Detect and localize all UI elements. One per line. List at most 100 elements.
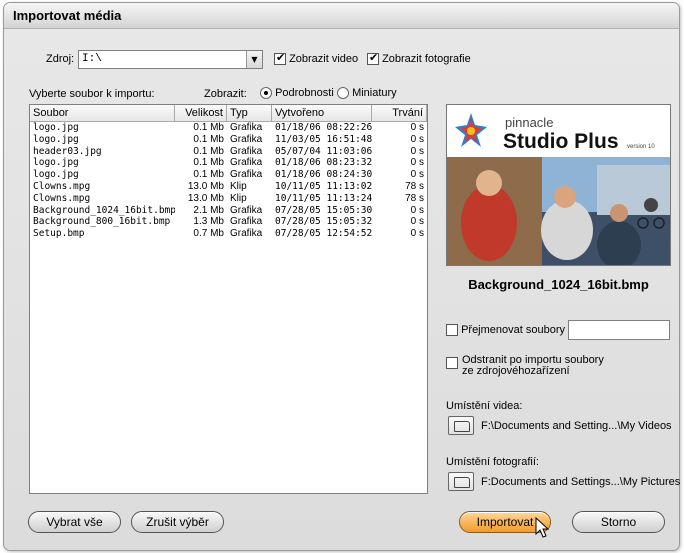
table-row[interactable]: Setup.bmp 0.7 Mb Grafika 07/28/05 12:54:52 0… [30, 228, 427, 240]
cell-duration: 0 s [410, 145, 424, 157]
rename-input[interactable] [568, 320, 670, 340]
view-thumbnails-label: Miniatury [352, 87, 397, 99]
cell-size: 1.3 Mb [193, 216, 224, 228]
preview-image: pinnacle Studio Plus version 10 [446, 104, 671, 266]
cell-file: Clowns.mpg [33, 180, 91, 192]
cell-duration: 0 s [410, 122, 424, 133]
brand-text: pinnacle [505, 115, 553, 130]
cell-duration: 0 s [410, 216, 424, 228]
column-header-duration[interactable]: Trvání [372, 105, 427, 121]
cell-size: 0.1 Mb [193, 157, 224, 169]
cell-size: 2.1 Mb [193, 204, 224, 216]
dialog-title: Importovat média [4, 3, 679, 29]
show-video-label: Zobrazit video [289, 53, 359, 65]
show-video-checkbox[interactable] [274, 51, 286, 66]
cell-created: 07/28/05 12:54:52 [275, 228, 372, 240]
product-text: Studio Plus [503, 130, 619, 153]
cell-type: Grafika [230, 216, 263, 228]
cell-duration: 0 s [410, 169, 424, 181]
mouse-cursor-icon [535, 517, 550, 538]
source-value: I:\ [82, 53, 102, 65]
cell-file: Setup.bmp [33, 228, 85, 240]
preview-filename: Background_1024_16bit.bmp [468, 277, 649, 292]
table-row[interactable]: logo.jpg 0.1 Mb Grafika 11/03/05 16:51:48 0 … [30, 134, 427, 146]
select-files-instruction: Vyberte soubor k importu: [29, 88, 155, 100]
cell-file: logo.jpg [33, 122, 79, 133]
source-dropdown[interactable]: I:\ ▼ [78, 50, 263, 69]
photo-location-label: Umístění fotografií: [446, 456, 539, 468]
cell-file: logo.jpg [33, 133, 79, 145]
video-folder-button[interactable] [448, 416, 474, 435]
cell-type: Grafika [230, 169, 263, 181]
table-row[interactable]: Background_800_16bit.bmp 1.3 Mb Grafika 07/… [30, 216, 427, 228]
column-header-type[interactable]: Typ [227, 105, 272, 121]
cell-created: 07/28/05 15:05:30 [275, 204, 372, 216]
rename-label: Přejmenovat soubory [461, 324, 566, 336]
cell-duration: 0 s [410, 133, 424, 145]
rename-option[interactable]: Přejmenovat soubory [446, 324, 566, 337]
cell-duration: 78 s [405, 192, 424, 204]
cell-file: Background_1024_16bit.bmp [33, 204, 175, 216]
view-details-option[interactable]: Podrobnosti [260, 87, 334, 100]
view-details-radio[interactable] [260, 87, 272, 100]
view-thumbnails-radio[interactable] [337, 87, 349, 100]
table-row[interactable]: Clowns.mpg 13.0 Mb Klip 10/11/05 11:13:02 78… [30, 181, 427, 193]
delete-after-import-option[interactable]: Odstranit po importu soubory ze zdrojové… [462, 355, 604, 377]
column-header-size[interactable]: Velikost [175, 105, 227, 121]
cell-created: 10/11/05 11:13:24 [275, 192, 372, 204]
cell-type: Klip [230, 180, 247, 192]
rename-checkbox[interactable] [446, 324, 458, 337]
cell-duration: 0 s [410, 204, 424, 216]
cell-size: 0.1 Mb [193, 122, 224, 133]
cell-type: Grafika [230, 133, 263, 145]
cell-created: 01/18/06 08:23:32 [275, 157, 372, 169]
cell-file: Background_800_16bit.bmp [33, 216, 171, 228]
table-row[interactable]: Clowns.mpg 13.0 Mb Klip 10/11/05 11:13:24 78… [30, 193, 427, 205]
chevron-down-icon[interactable]: ▼ [246, 51, 262, 68]
deselect-button[interactable]: Zrušit výběr [131, 511, 224, 533]
cell-duration: 0 s [410, 228, 424, 240]
photo-folder-button[interactable] [448, 472, 474, 491]
file-list[interactable]: Soubor Velikost Typ Vytvořeno Trvání log… [29, 104, 428, 494]
source-label: Zdroj: [46, 53, 75, 65]
video-location-label: Umístění videa: [446, 400, 523, 412]
show-photos-label: Zobrazit fotografie [382, 53, 471, 65]
cancel-button[interactable]: Storno [572, 511, 665, 533]
cell-type: Grafika [230, 228, 263, 240]
view-thumbnails-option[interactable]: Miniatury [337, 87, 397, 100]
cell-duration: 78 s [405, 180, 424, 192]
cell-type: Grafika [230, 204, 263, 216]
cell-created: 01/18/06 08:24:30 [275, 169, 372, 181]
cell-size: 13.0 Mb [187, 180, 224, 192]
file-list-header: Soubor Velikost Typ Vytvořeno Trvání [30, 105, 427, 122]
photo-location-path: F:Documents and Settings...\My Pictures [481, 476, 681, 488]
column-header-file[interactable]: Soubor [30, 105, 175, 121]
cell-duration: 0 s [410, 157, 424, 169]
table-row[interactable]: Background_1024_16bit.bmp 2.1 Mb Grafika 07… [30, 205, 427, 217]
table-row[interactable]: logo.jpg 0.1 Mb Grafika 01/18/06 08:22:26 0 … [30, 122, 427, 134]
cell-created: 05/07/04 11:03:06 [275, 145, 372, 157]
table-row[interactable]: header03.jpg 0.1 Mb Grafika 05/07/04 11:03:… [30, 146, 427, 158]
studio-plus-splash: pinnacle Studio Plus version 10 [447, 105, 670, 265]
show-photos-checkbox[interactable] [367, 51, 379, 66]
cell-type: Grafika [230, 122, 263, 133]
cell-size: 0.1 Mb [193, 169, 224, 181]
cell-created: 11/03/05 16:51:48 [275, 133, 372, 145]
cell-file: logo.jpg [33, 157, 79, 169]
table-row[interactable]: logo.jpg 0.1 Mb Grafika 01/18/06 08:23:32 0 … [30, 157, 427, 169]
show-photos-option[interactable]: Zobrazit fotografie [367, 51, 471, 66]
show-video-option[interactable]: Zobrazit video [274, 51, 359, 66]
delete-after-import-checkbox[interactable] [446, 357, 458, 370]
cell-file: header03.jpg [33, 145, 102, 157]
cell-type: Klip [230, 192, 247, 204]
cell-type: Grafika [230, 145, 263, 157]
cell-size: 13.0 Mb [187, 192, 224, 204]
column-header-created[interactable]: Vytvořeno [272, 105, 372, 121]
file-list-rows: logo.jpg 0.1 Mb Grafika 01/18/06 08:22:26 0 … [30, 122, 427, 240]
cell-file: logo.jpg [33, 169, 79, 181]
cell-size: 0.7 Mb [193, 228, 224, 240]
version-text: version 10 [627, 144, 655, 150]
delete-label-line2: ze zdrojovéhozařízení [462, 365, 570, 377]
select-all-button[interactable]: Vybrat vše [28, 511, 121, 533]
table-row[interactable]: logo.jpg 0.1 Mb Grafika 01/18/06 08:24:30 0 … [30, 169, 427, 181]
